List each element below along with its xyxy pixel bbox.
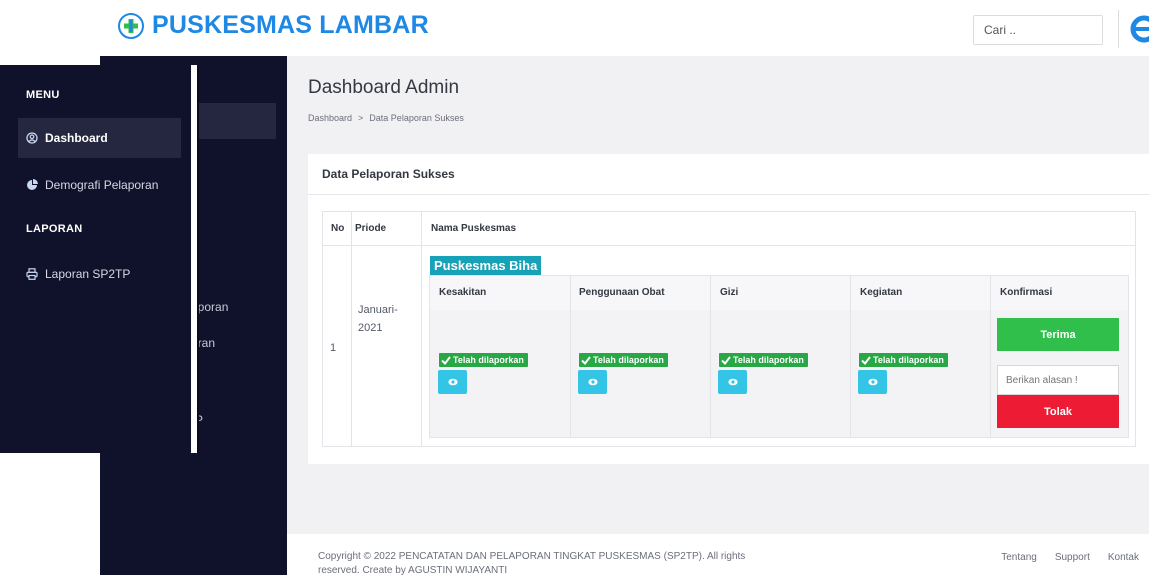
report-card: Data Pelaporan Sukses No Priode Nama Pus…	[308, 154, 1149, 464]
breadcrumb-home-link[interactable]: Dashboard	[308, 113, 352, 123]
view-kesakitan-button[interactable]	[438, 370, 467, 394]
brand[interactable]: PUSKESMAS LAMBAR	[118, 11, 429, 40]
sidebar-item-label: Demografi Pelaporan	[45, 178, 159, 192]
status-label: Telah dilaporkan	[733, 355, 804, 365]
check-icon	[861, 355, 871, 365]
report-table: No Priode Nama Puskesmas 1 Januari- 2021…	[322, 211, 1136, 447]
user-circle-icon	[26, 132, 38, 144]
subcolumn-kegiatan: Kegiatan	[860, 287, 903, 298]
status-label: Telah dilaporkan	[593, 355, 664, 365]
health-cross-logo-icon	[118, 12, 144, 39]
user-menu-icon[interactable]	[1130, 14, 1149, 44]
sidebar-item-demografi[interactable]: Demografi Pelaporan	[18, 165, 181, 205]
printer-icon	[26, 268, 38, 280]
subcolumn-gizi: Gizi	[720, 287, 739, 298]
eye-icon	[867, 378, 878, 386]
app-title: PUSKESMAS LAMBAR	[152, 11, 429, 39]
status-badge-penggunaan-obat: Telah dilaporkan	[579, 353, 668, 367]
accept-button[interactable]: Terima	[997, 318, 1119, 351]
sidebar-ghost-label: P	[195, 413, 204, 427]
row-number: 1	[330, 342, 337, 354]
footer-link-kontak[interactable]: Kontak	[1108, 552, 1139, 563]
laporan-heading: LAPORAN	[26, 223, 83, 235]
sidebar-overlay-menu: MENU Dashboard Demografi Pelaporan LAPOR…	[0, 65, 195, 453]
subcolumn-kesakitan: Kesakitan	[439, 287, 487, 298]
column-divider	[421, 212, 422, 446]
status-label: Telah dilaporkan	[453, 355, 524, 365]
column-divider	[351, 212, 352, 446]
menu-heading: MENU	[26, 89, 60, 101]
eye-icon	[727, 378, 738, 386]
pie-chart-icon	[27, 179, 38, 190]
top-header: PUSKESMAS LAMBAR	[100, 0, 1149, 56]
subcolumn-penggunaan-obat: Penggunaan Obat	[579, 287, 665, 298]
card-title: Data Pelaporan Sukses	[322, 167, 455, 181]
status-label: Telah dilaporkan	[873, 355, 944, 365]
puskesmas-name-badge: Puskesmas Biha	[430, 256, 542, 275]
check-icon	[721, 355, 731, 365]
subcolumn-divider	[850, 276, 851, 437]
header-divider	[1118, 10, 1119, 48]
footer: Copyright © 2022 PENCATATAN DAN PELAPORA…	[287, 534, 1149, 575]
sidebar-ghost-label: aporan	[191, 300, 229, 314]
column-header-nama-puskesmas: Nama Puskesmas	[431, 223, 517, 234]
view-penggunaan-obat-button[interactable]	[578, 370, 607, 394]
reject-button[interactable]: Tolak	[997, 395, 1119, 428]
footer-link-tentang[interactable]: Tentang	[1001, 552, 1037, 563]
check-icon	[441, 355, 451, 365]
page-title: Dashboard Admin	[308, 77, 460, 98]
view-kegiatan-button[interactable]	[858, 370, 887, 394]
row-period-month: Januari-	[358, 304, 398, 316]
status-table-header: Kesakitan Penggunaan Obat Gizi Kegiatan …	[430, 276, 1128, 310]
table-header-row: No Priode Nama Puskesmas	[323, 212, 1135, 246]
main-content: Dashboard Admin Dashboard > Data Pelapor…	[287, 56, 1149, 575]
footer-copyright: Copyright © 2022 PENCATATAN DAN PELAPORA…	[318, 551, 746, 575]
footer-links: Tentang Support Kontak	[1001, 552, 1139, 563]
breadcrumb-separator: >	[358, 113, 364, 123]
sidebar-item-label: Laporan SP2TP	[45, 267, 131, 281]
eye-icon	[447, 378, 458, 386]
status-badge-kegiatan: Telah dilaporkan	[859, 353, 948, 367]
subcolumn-divider	[570, 276, 571, 437]
status-badge-gizi: Telah dilaporkan	[719, 353, 808, 367]
search-input[interactable]	[973, 15, 1103, 45]
overlay-gap	[0, 56, 100, 65]
breadcrumb: Dashboard > Data Pelaporan Sukses	[308, 113, 464, 123]
subcolumn-divider	[990, 276, 991, 437]
breadcrumb-current: Data Pelaporan Sukses	[369, 113, 464, 123]
sidebar-item-dashboard[interactable]: Dashboard	[18, 118, 181, 158]
overlay-edge	[191, 65, 195, 453]
eye-icon	[587, 378, 598, 386]
subcolumn-konfirmasi: Konfirmasi	[1000, 287, 1053, 298]
view-gizi-button[interactable]	[718, 370, 747, 394]
status-badge-kesakitan: Telah dilaporkan	[439, 353, 528, 367]
row-period-year: 2021	[358, 322, 383, 334]
sidebar-item-label: Dashboard	[45, 131, 108, 145]
sidebar-item-laporan-sp2tp[interactable]: Laporan SP2TP	[18, 254, 181, 294]
column-header-priode: Priode	[355, 223, 387, 234]
footer-link-support[interactable]: Support	[1055, 552, 1090, 563]
check-icon	[581, 355, 591, 365]
card-divider	[308, 194, 1149, 195]
subcolumn-divider	[710, 276, 711, 437]
reject-reason-input[interactable]	[997, 365, 1119, 395]
column-header-no: No	[331, 223, 345, 234]
